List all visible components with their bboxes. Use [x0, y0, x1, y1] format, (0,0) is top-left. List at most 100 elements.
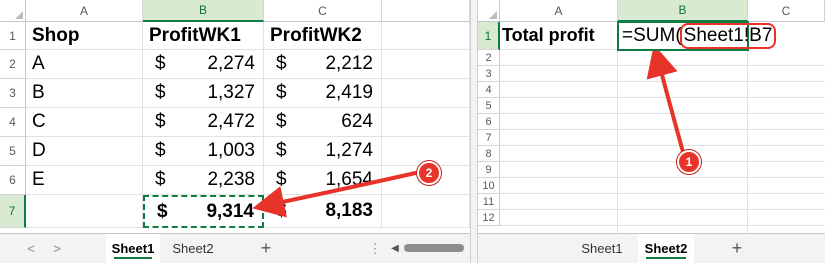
row-header-1[interactable]: 1 [0, 22, 26, 50]
column-header-d[interactable] [382, 0, 470, 22]
row-header-6[interactable]: 6 [0, 166, 26, 195]
cell-shop[interactable]: E [26, 166, 143, 195]
row-header-10[interactable]: 10 [478, 178, 500, 194]
wk1-value: 2,274 [207, 53, 255, 74]
cell-wk1[interactable]: $1,327 [143, 79, 264, 108]
empty-grid[interactable] [500, 50, 825, 233]
currency-symbol: $ [276, 111, 287, 132]
tab-sheet2[interactable]: Sheet2 [638, 234, 694, 263]
currency-symbol: $ [276, 82, 287, 103]
cell-wk1[interactable]: $2,238 [143, 166, 264, 195]
wk1-value: 1,327 [207, 82, 255, 103]
sheet2-window: A B C 1 2 3 4 5 6 7 8 9 10 11 12 Total p… [478, 0, 825, 263]
cell-wk2[interactable]: $1,274 [264, 137, 382, 166]
row-header-3[interactable]: 3 [0, 79, 26, 108]
cell-b1-header[interactable]: ProfitWK1 [143, 22, 264, 50]
callout-1-badge: 1 [677, 150, 701, 174]
currency-symbol: $ [276, 169, 287, 190]
tab-sheet2[interactable]: Sheet2 [162, 234, 224, 263]
cell-c7-total-wk2[interactable]: $8,183 [264, 195, 382, 228]
cell-shop[interactable]: B [26, 79, 143, 108]
total-wk1-value: 9,314 [206, 200, 254, 222]
column-header-b[interactable]: B [618, 0, 748, 22]
row-header-5[interactable]: 5 [478, 98, 500, 114]
scroll-tabs-left-icon[interactable]: < [22, 234, 40, 263]
sheet1-window: A B C 1 2 3 4 5 6 7 Shop ProfitWK1 Profi… [0, 0, 470, 263]
more-options-icon[interactable]: ⋮ [366, 234, 384, 263]
formula-reference: Sheet1!B7 [679, 23, 777, 49]
wk1-value: 2,472 [207, 111, 255, 132]
wk1-value: 2,238 [207, 169, 255, 190]
cell-empty[interactable] [382, 108, 470, 137]
cell-shop[interactable]: D [26, 137, 143, 166]
total-wk2-value: 8,183 [325, 200, 373, 221]
cell-wk2[interactable]: $1,654 [264, 166, 382, 195]
column-header-a[interactable]: A [500, 0, 618, 22]
callout-2-badge: 2 [417, 161, 441, 185]
column-header-c[interactable]: C [264, 0, 382, 22]
column-header-a[interactable]: A [26, 0, 143, 22]
sheet-tab-bar: < > Sheet1 Sheet2 + ⋮ ◀ [0, 233, 470, 263]
select-all-corner[interactable] [478, 0, 500, 22]
row-header-7[interactable]: 7 [478, 130, 500, 146]
cell-b1-formula-editing[interactable]: =SUM(Sheet1!B7 [617, 21, 777, 51]
column-header-c[interactable]: C [748, 0, 825, 22]
cell-b7-total-wk1[interactable]: $9,314 [143, 195, 264, 228]
row-header-8[interactable]: 8 [478, 146, 500, 162]
wk2-value: 624 [341, 111, 373, 132]
currency-symbol: $ [276, 200, 287, 221]
cell-c1-header[interactable]: ProfitWK2 [264, 22, 382, 50]
cell-wk2[interactable]: $624 [264, 108, 382, 137]
row-header-12[interactable]: 12 [478, 210, 500, 226]
cell-empty[interactable] [382, 79, 470, 108]
cell-wk1[interactable]: $2,274 [143, 50, 264, 79]
cell-wk2[interactable]: $2,419 [264, 79, 382, 108]
row-header-7[interactable]: 7 [0, 195, 26, 228]
currency-symbol: $ [155, 169, 166, 190]
row-header-3[interactable]: 3 [478, 66, 500, 82]
cell-a1-total-profit-label[interactable]: Total profit [500, 22, 618, 50]
row-header-2[interactable]: 2 [0, 50, 26, 79]
row-header-4[interactable]: 4 [0, 108, 26, 137]
row-header-9[interactable]: 9 [478, 162, 500, 178]
select-all-corner[interactable] [0, 0, 26, 22]
currency-symbol: $ [276, 140, 287, 161]
row-header-4[interactable]: 4 [478, 82, 500, 98]
cell-d7[interactable] [382, 195, 470, 228]
cell-wk2[interactable]: $2,212 [264, 50, 382, 79]
currency-symbol: $ [155, 53, 166, 74]
add-sheet-button[interactable]: + [724, 234, 750, 263]
cell-shop[interactable]: A [26, 50, 143, 79]
wk2-value: 1,654 [325, 169, 373, 190]
add-sheet-button[interactable]: + [252, 234, 280, 263]
cell-a7[interactable] [26, 195, 143, 228]
currency-symbol: $ [157, 200, 168, 222]
cell-d1[interactable] [382, 22, 470, 50]
row-header-11[interactable]: 11 [478, 194, 500, 210]
cell-empty[interactable] [382, 50, 470, 79]
cell-shop[interactable]: C [26, 108, 143, 137]
sheet-tab-bar: Sheet1 Sheet2 + [478, 233, 825, 263]
row-header-1[interactable]: 1 [478, 22, 500, 50]
tab-sheet1[interactable]: Sheet1 [106, 234, 160, 263]
grid-line [617, 22, 618, 233]
row-header-5[interactable]: 5 [0, 137, 26, 166]
row-header-6[interactable]: 6 [478, 114, 500, 130]
column-header-b[interactable]: B [143, 0, 264, 22]
currency-symbol: $ [155, 111, 166, 132]
wk1-value: 1,003 [207, 140, 255, 161]
scroll-tabs-right-icon[interactable]: > [48, 234, 66, 263]
cell-wk1[interactable]: $1,003 [143, 137, 264, 166]
row-header-2[interactable]: 2 [478, 50, 500, 66]
scroll-left-arrow-icon[interactable]: ◀ [386, 234, 404, 263]
grid-line [747, 22, 748, 233]
window-divider[interactable] [470, 0, 478, 263]
currency-symbol: $ [276, 53, 287, 74]
wk2-value: 1,274 [325, 140, 373, 161]
cell-wk1[interactable]: $2,472 [143, 108, 264, 137]
currency-symbol: $ [155, 140, 166, 161]
tab-sheet1[interactable]: Sheet1 [574, 234, 630, 263]
wk2-value: 2,212 [325, 53, 373, 74]
cell-a1-header[interactable]: Shop [26, 22, 143, 50]
horizontal-scrollbar-thumb[interactable] [404, 244, 464, 252]
